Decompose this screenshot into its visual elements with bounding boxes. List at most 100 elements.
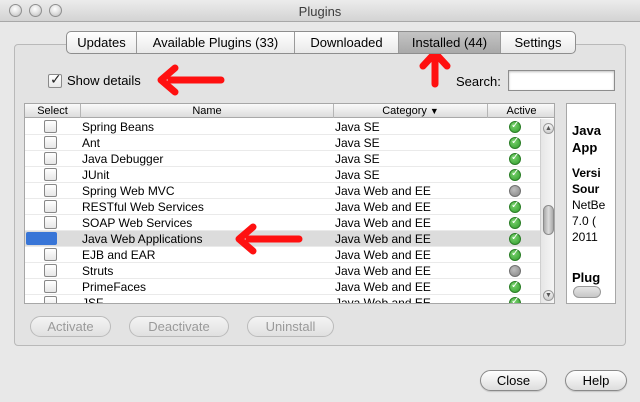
plugin-name-cell: Struts — [82, 264, 114, 278]
table-header: Select Name Category ▼ Active — [25, 104, 554, 118]
plugin-category-cell: Java SE — [335, 136, 380, 150]
row-select-checkbox[interactable] — [44, 120, 57, 133]
row-select-checkbox[interactable] — [44, 168, 57, 181]
table-row[interactable]: Spring Web MVC Java Web and EE — [25, 183, 541, 199]
plugin-name-cell: Spring Beans — [82, 120, 155, 134]
table-row[interactable]: JSF Java Web and EE — [25, 295, 541, 304]
active-status-icon — [509, 136, 521, 149]
search-label: Search: — [456, 74, 501, 89]
plugin-name-cell: JUnit — [82, 168, 110, 182]
tab-downloaded[interactable]: Downloaded — [295, 32, 399, 53]
scroll-up-arrow-icon[interactable]: ▲ — [543, 123, 554, 134]
details-date-value: 2011 — [572, 230, 598, 244]
plugin-name-cell: Java Debugger — [82, 152, 164, 166]
active-status-icon — [509, 200, 521, 213]
details-title: Java App — [572, 122, 601, 156]
table-scroll-thumb[interactable] — [543, 205, 554, 235]
column-header-name[interactable]: Name — [81, 104, 334, 118]
column-header-category[interactable]: Category ▼ — [334, 104, 488, 118]
row-select-checkbox[interactable] — [44, 200, 57, 213]
plugin-category-cell: Java SE — [335, 168, 380, 182]
show-details-label: Show details — [67, 73, 141, 88]
tab-settings[interactable]: Settings — [501, 32, 575, 53]
show-details-checkbox[interactable] — [48, 72, 62, 88]
active-status-icon — [509, 216, 521, 229]
active-status-icon — [509, 152, 521, 165]
help-button[interactable]: Help — [565, 370, 627, 391]
plugin-name-cell: Spring Web MVC — [82, 184, 175, 198]
annotation-arrow-installed-tab-icon — [419, 49, 451, 88]
plugin-category-cell: Java SE — [335, 152, 380, 166]
row-select-checkbox[interactable] — [44, 184, 57, 197]
table-row[interactable]: PrimeFaces Java Web and EE — [25, 279, 541, 295]
annotation-arrow-java-web-applications-icon — [235, 223, 303, 255]
active-status-icon — [509, 296, 521, 303]
details-title-line1: Java — [572, 123, 601, 138]
active-status-icon — [509, 280, 521, 293]
deactivate-button[interactable]: Deactivate — [129, 316, 229, 337]
table-row[interactable]: RESTful Web Services Java Web and EE — [25, 199, 541, 215]
tab-updates[interactable]: Updates — [67, 32, 137, 53]
table-row[interactable]: Spring Beans Java SE — [25, 119, 541, 135]
active-status-icon — [509, 168, 521, 181]
plugin-details-panel: Java App Versi Sour NetBe 7.0 ( 2011 Plu… — [566, 103, 616, 304]
close-button[interactable]: Close — [480, 370, 547, 391]
row-select-checkbox[interactable] — [44, 296, 57, 303]
tab-bar: Updates Available Plugins (33) Downloade… — [66, 31, 576, 54]
plugin-name-cell: PrimeFaces — [82, 280, 147, 294]
details-source-value: NetBe — [572, 198, 606, 212]
row-select-checkbox[interactable] — [44, 216, 57, 229]
row-select-checkbox[interactable] — [44, 136, 57, 149]
column-header-select[interactable]: Select — [25, 104, 81, 118]
plugin-category-cell: Java SE — [335, 120, 380, 134]
inactive-status-icon — [509, 265, 521, 277]
details-version-label: Versi — [572, 166, 601, 180]
window-title: Plugins — [298, 4, 342, 19]
details-section-heading: Plug — [572, 270, 601, 285]
table-row[interactable]: JUnit Java SE — [25, 167, 541, 183]
details-info: Versi Sour NetBe 7.0 ( 2011 — [572, 165, 605, 245]
table-row[interactable]: Ant Java SE — [25, 135, 541, 151]
table-row[interactable]: Struts Java Web and EE — [25, 263, 541, 279]
plugin-category-cell: Java Web and EE — [335, 248, 431, 262]
plugin-category-cell: Java Web and EE — [335, 184, 431, 198]
show-details-option[interactable]: Show details — [48, 72, 141, 88]
plugin-name-cell: SOAP Web Services — [82, 216, 193, 230]
active-status-icon — [509, 232, 521, 245]
sort-icon: ▼ — [429, 106, 439, 116]
plugin-category-cell: Java Web and EE — [335, 264, 431, 278]
plugin-category-cell: Java Web and EE — [335, 296, 431, 304]
search-input[interactable] — [508, 70, 615, 91]
tab-available-plugins[interactable]: Available Plugins (33) — [137, 32, 295, 53]
details-source-label: Sour — [572, 182, 600, 196]
plugin-name-cell: RESTful Web Services — [82, 200, 204, 214]
plugin-name-cell: EJB and EAR — [82, 248, 156, 262]
table-vertical-scrollbar[interactable]: ▲ ▼ — [540, 119, 554, 303]
row-select-checkbox[interactable] — [44, 152, 57, 165]
tab-installed[interactable]: Installed (44) — [399, 32, 501, 53]
plugin-category-cell: Java Web and EE — [335, 280, 431, 294]
details-scroll-thumb[interactable] — [573, 286, 601, 298]
column-header-category-label: Category — [382, 105, 427, 117]
active-status-icon — [509, 120, 521, 133]
window-titlebar: Plugins — [0, 0, 640, 22]
details-version-value: 7.0 ( — [572, 214, 597, 228]
row-select-checkbox[interactable] — [44, 248, 57, 261]
activate-button[interactable]: Activate — [30, 316, 111, 337]
plugins-table: Select Name Category ▼ Active Spring Bean… — [24, 103, 555, 304]
active-status-icon — [509, 248, 521, 261]
row-select-checkbox[interactable] — [26, 232, 57, 245]
plugin-category-cell: Java Web and EE — [335, 216, 431, 230]
scroll-down-arrow-icon[interactable]: ▼ — [543, 290, 554, 301]
table-row[interactable]: Java Debugger Java SE — [25, 151, 541, 167]
plugin-name-cell: Java Web Applications — [82, 232, 203, 246]
column-header-active[interactable]: Active — [488, 104, 554, 118]
plugin-name-cell: JSF — [82, 296, 104, 304]
row-select-checkbox[interactable] — [44, 264, 57, 277]
plugin-name-cell: Ant — [82, 136, 101, 150]
annotation-arrow-show-details-icon — [157, 64, 225, 96]
uninstall-button[interactable]: Uninstall — [247, 316, 334, 337]
details-title-line2: App — [572, 140, 598, 155]
row-select-checkbox[interactable] — [44, 280, 57, 293]
table-body: Spring BeansJava SEAntJava SEJava Debugg… — [25, 119, 541, 304]
